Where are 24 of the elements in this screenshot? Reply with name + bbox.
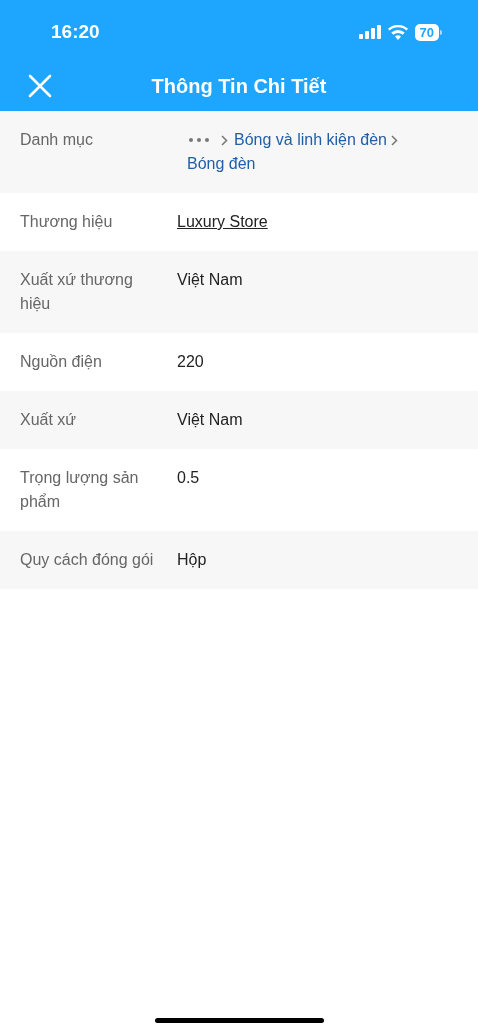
signal-icon	[358, 25, 381, 39]
field-value: 220	[177, 353, 204, 370]
field-value: Hộp	[177, 551, 207, 568]
close-icon	[28, 74, 52, 98]
chevron-icon	[221, 134, 228, 146]
brand-link[interactable]: Luxury Store	[177, 213, 268, 230]
page-title: Thông Tin Chi Tiết	[151, 74, 327, 98]
field-value: 0.5	[177, 469, 200, 486]
close-button[interactable]	[28, 74, 52, 98]
status-time: 16:20	[51, 21, 101, 43]
field-label: Trọng lượng sản phẩm	[20, 468, 140, 512]
field-label: Thương hiệu	[20, 212, 114, 232]
field-value: Việt Nam	[177, 271, 243, 288]
field-value: Việt Nam	[177, 411, 243, 428]
field-label: Danh mục	[20, 130, 94, 150]
battery-icon: 70	[414, 23, 442, 41]
field-label: Xuất xứ	[20, 410, 78, 430]
wifi-icon	[387, 24, 408, 40]
field-label: Xuất xứ thương hiệu	[20, 270, 134, 314]
breadcrumb-link[interactable]: Bóng và linh kiện đèn	[234, 128, 387, 152]
breadcrumb-link[interactable]: Bóng đèn	[187, 152, 256, 176]
field-label: Quy cách đóng gói	[20, 550, 155, 570]
field-label: Nguồn điện	[20, 352, 103, 372]
chevron-icon	[391, 134, 398, 146]
